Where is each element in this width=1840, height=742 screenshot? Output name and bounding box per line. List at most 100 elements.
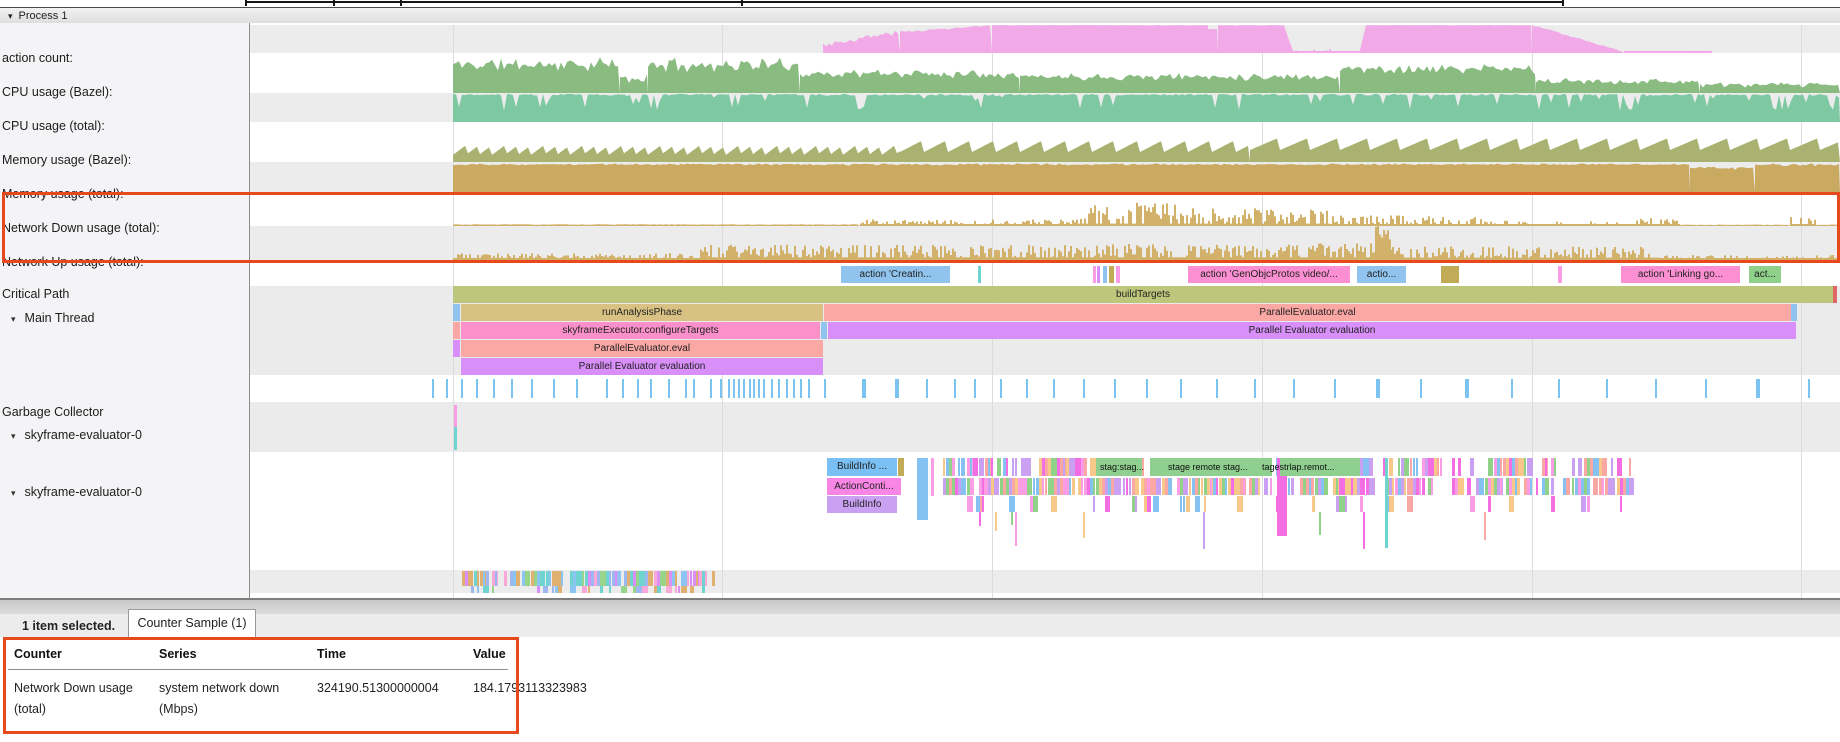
main-thread-slice[interactable] <box>453 304 460 321</box>
skyframe2-slice[interactable] <box>1216 478 1218 495</box>
skyframe2-slice[interactable] <box>1093 496 1095 512</box>
skyframe2-slice[interactable] <box>1440 458 1442 476</box>
gc-tick[interactable] <box>758 379 760 398</box>
gc-tick[interactable] <box>1146 379 1148 398</box>
skyframe2-label-bar[interactable]: BuildInfo ... <box>827 458 897 476</box>
skyframe2-slice[interactable] <box>1027 478 1032 495</box>
skyframe2-slice[interactable] <box>1084 458 1087 476</box>
skyframe2-slice[interactable] <box>1126 478 1128 495</box>
skyframe2-slice[interactable] <box>1527 458 1533 476</box>
gc-tick[interactable] <box>720 379 722 398</box>
cpu-heavy-slice[interactable] <box>678 586 680 593</box>
skyframe2-slice[interactable] <box>1309 478 1311 495</box>
skyframe2-slice[interactable] <box>1117 478 1121 495</box>
cpu-heavy-slice[interactable] <box>618 571 621 586</box>
skyframe2-slice[interactable] <box>1611 478 1615 495</box>
cpu-heavy-slice[interactable] <box>690 586 694 593</box>
skyframe2-slice[interactable] <box>1183 496 1185 512</box>
gc-tick[interactable] <box>1756 379 1760 398</box>
cpu-heavy-slice[interactable] <box>486 571 489 586</box>
cpu-heavy-slice[interactable] <box>600 586 603 593</box>
cpu-heavy-slice[interactable] <box>471 571 473 586</box>
gc-tick[interactable] <box>793 379 795 398</box>
skyframe2-slice[interactable] <box>1431 478 1433 495</box>
cpu-heavy-slice[interactable] <box>504 571 507 586</box>
skyframe2-slice[interactable] <box>1105 496 1110 512</box>
cpu-heavy-slice[interactable] <box>483 571 485 586</box>
skyframe2-slice[interactable] <box>1153 496 1159 512</box>
gc-tick[interactable] <box>461 379 463 398</box>
critical-path-slice[interactable] <box>1116 266 1120 283</box>
main-thread-slice[interactable]: skyframeExecutor.configureTargets <box>461 322 820 339</box>
skyframe2-slice[interactable] <box>1611 458 1613 476</box>
gc-tick[interactable] <box>738 379 740 398</box>
skyframe2-slice[interactable] <box>1566 478 1570 495</box>
skyframe2-slice[interactable] <box>1069 478 1071 495</box>
gc-tick[interactable] <box>693 379 695 398</box>
gc-tick[interactable] <box>800 379 802 398</box>
gc-tick[interactable] <box>1114 379 1116 398</box>
counter-chart-cpu-bazel[interactable] <box>250 53 1840 93</box>
main-thread-slice[interactable]: runAnalysisPhase <box>461 304 823 321</box>
skyframe2-label-bar[interactable]: ActionConti... <box>827 478 901 495</box>
skyframe2-slice[interactable] <box>1027 458 1031 476</box>
skyframe2-slice[interactable] <box>1392 478 1394 495</box>
skyframe2-slice[interactable] <box>1536 478 1538 495</box>
main-thread-slice[interactable]: Parallel Evaluator evaluation <box>461 358 823 375</box>
cpu-heavy-slice[interactable] <box>675 586 677 593</box>
skyframe2-slice[interactable] <box>1225 478 1227 495</box>
cpu-heavy-slice[interactable] <box>621 586 627 593</box>
counter-chart-mem-bazel[interactable] <box>250 122 1840 162</box>
cpu-heavy-slice[interactable] <box>705 571 707 586</box>
cpu-heavy-slice[interactable] <box>648 571 653 586</box>
skyframe2-slice[interactable] <box>1129 478 1131 495</box>
gc-tick[interactable] <box>862 379 866 398</box>
critical-path-slice[interactable] <box>1558 266 1562 283</box>
skyframe2-slice[interactable] <box>1183 478 1188 495</box>
skyframe2-slice[interactable] <box>970 458 972 476</box>
skyframe2-slice[interactable] <box>1422 478 1425 495</box>
cpu-heavy-slice[interactable] <box>687 571 689 586</box>
gc-tick[interactable] <box>606 379 608 398</box>
gc-tick[interactable] <box>954 379 956 398</box>
skyframe2-slice[interactable] <box>931 458 934 496</box>
skyframe2-slice[interactable] <box>1195 496 1200 512</box>
main-thread-slice[interactable] <box>1833 286 1837 303</box>
skyframe2-slice[interactable] <box>970 496 973 512</box>
gc-tick[interactable] <box>1558 379 1560 398</box>
skyframe2-slice[interactable] <box>1204 496 1206 512</box>
cpu-heavy-slice[interactable] <box>552 586 554 593</box>
gc-tick[interactable] <box>824 379 826 398</box>
gc-tick[interactable] <box>637 379 639 398</box>
main-thread-slice[interactable] <box>453 340 460 357</box>
critical-path-slice[interactable] <box>978 266 981 283</box>
skyframe2-slice[interactable] <box>917 458 928 520</box>
skyframe2-slice[interactable] <box>1545 478 1549 495</box>
gc-tick[interactable] <box>446 379 448 398</box>
skyframe2-slice[interactable] <box>1437 458 1439 476</box>
skyframe2-slice[interactable] <box>1201 478 1203 495</box>
skyframe2-slice[interactable] <box>1312 478 1314 495</box>
cpu-heavy-slice[interactable] <box>525 571 530 586</box>
gc-tick[interactable] <box>786 379 788 398</box>
gc-tick[interactable] <box>1000 379 1002 398</box>
cpu-heavy-slice[interactable] <box>495 571 497 586</box>
cpu-heavy-slice[interactable] <box>642 586 648 593</box>
gc-tick[interactable] <box>531 379 533 398</box>
skyframe2-slice[interactable] <box>1470 458 1474 476</box>
skyframe2-slice[interactable] <box>1578 458 1582 476</box>
skyframe2-slice[interactable] <box>1389 458 1393 476</box>
skyframe2-slice[interactable] <box>1629 478 1634 495</box>
skyframe2-slice[interactable] <box>1524 458 1526 476</box>
gc-tick[interactable] <box>743 379 745 398</box>
skyframe2-slice[interactable] <box>1186 496 1190 512</box>
gc-tick[interactable] <box>895 379 899 398</box>
main-thread-slice[interactable]: buildTargets <box>453 286 1833 303</box>
skyframe2-slice[interactable] <box>1135 478 1139 495</box>
skyframe2-slice[interactable] <box>1351 478 1353 495</box>
skyframe2-slice[interactable] <box>1189 478 1191 495</box>
cpu-heavy-slice[interactable] <box>582 586 587 593</box>
skyframe2-slice[interactable] <box>1488 496 1491 512</box>
skyframe2-slice[interactable] <box>1270 478 1272 495</box>
skyframe2-slice[interactable] <box>898 458 904 476</box>
